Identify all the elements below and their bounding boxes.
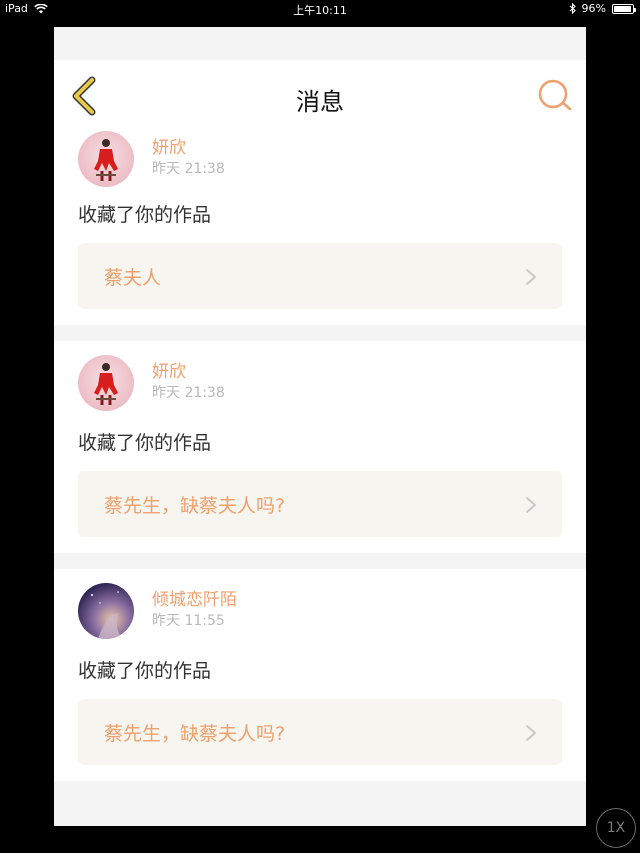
top-spacer xyxy=(54,27,586,60)
message-header: 妍欣 昨天 21:38 xyxy=(78,131,562,191)
message-card: 妍欣 昨天 21:38 收藏了你的作品 蔡夫人 xyxy=(54,131,586,325)
action-text: 收藏了你的作品 xyxy=(78,660,212,682)
battery-percent: 96% xyxy=(581,2,606,15)
navigation-bar: 消息 xyxy=(54,60,586,133)
status-right: 96% xyxy=(569,2,636,15)
message-header: 倾城恋阡陌 昨天 11:55 xyxy=(78,569,562,647)
timestamp: 昨天 21:38 xyxy=(152,161,225,177)
work-title: 蔡先生，缺蔡夫人吗? xyxy=(104,722,286,745)
zoom-toggle-button[interactable]: 1X xyxy=(596,808,636,848)
timestamp: 昨天 11:55 xyxy=(152,613,225,629)
message-card: 倾城恋阡陌 昨天 11:55 收藏了你的作品 蔡先生，缺蔡夫人吗? xyxy=(54,569,586,781)
battery-level xyxy=(614,5,631,12)
work-title: 蔡夫人 xyxy=(104,266,162,289)
avatar[interactable] xyxy=(78,131,134,187)
message-meta: 倾城恋阡陌 昨天 11:55 xyxy=(152,583,237,631)
avatar[interactable] xyxy=(78,355,134,411)
chevron-right-icon xyxy=(526,497,536,513)
avatar[interactable] xyxy=(78,583,134,639)
work-link[interactable]: 蔡先生，缺蔡夫人吗? xyxy=(78,699,562,765)
chevron-right-icon xyxy=(526,725,536,741)
app-window: 消息 妍欣 昨天 21:38 收藏了你的作品 蔡夫人 妍欣 昨天 21:38 收… xyxy=(54,27,586,826)
work-title: 蔡先生，缺蔡夫人吗? xyxy=(104,494,286,517)
message-list: 妍欣 昨天 21:38 收藏了你的作品 蔡夫人 妍欣 昨天 21:38 收藏了你… xyxy=(54,131,586,781)
avatar-image xyxy=(78,583,134,639)
message-meta: 妍欣 昨天 21:38 xyxy=(152,131,225,179)
page-title: 消息 xyxy=(296,88,344,116)
search-icon[interactable] xyxy=(538,78,572,112)
username[interactable]: 妍欣 xyxy=(152,137,225,159)
avatar-image xyxy=(78,355,134,411)
action-text: 收藏了你的作品 xyxy=(78,204,212,226)
avatar-image xyxy=(78,131,134,187)
message-meta: 妍欣 昨天 21:38 xyxy=(152,355,225,403)
username[interactable]: 妍欣 xyxy=(152,361,225,383)
action-text: 收藏了你的作品 xyxy=(78,432,212,454)
message-card: 妍欣 昨天 21:38 收藏了你的作品 蔡先生，缺蔡夫人吗? xyxy=(54,341,586,553)
username[interactable]: 倾城恋阡陌 xyxy=(152,589,237,611)
work-link[interactable]: 蔡先生，缺蔡夫人吗? xyxy=(78,471,562,537)
message-header: 妍欣 昨天 21:38 xyxy=(78,341,562,419)
status-bar: iPad 上午10:11 96% xyxy=(0,0,640,18)
bluetooth-icon xyxy=(569,3,576,14)
work-link[interactable]: 蔡夫人 xyxy=(78,243,562,309)
status-time: 上午10:11 xyxy=(293,4,347,17)
timestamp: 昨天 21:38 xyxy=(152,385,225,401)
chevron-right-icon xyxy=(526,269,536,285)
battery-icon xyxy=(612,3,636,14)
